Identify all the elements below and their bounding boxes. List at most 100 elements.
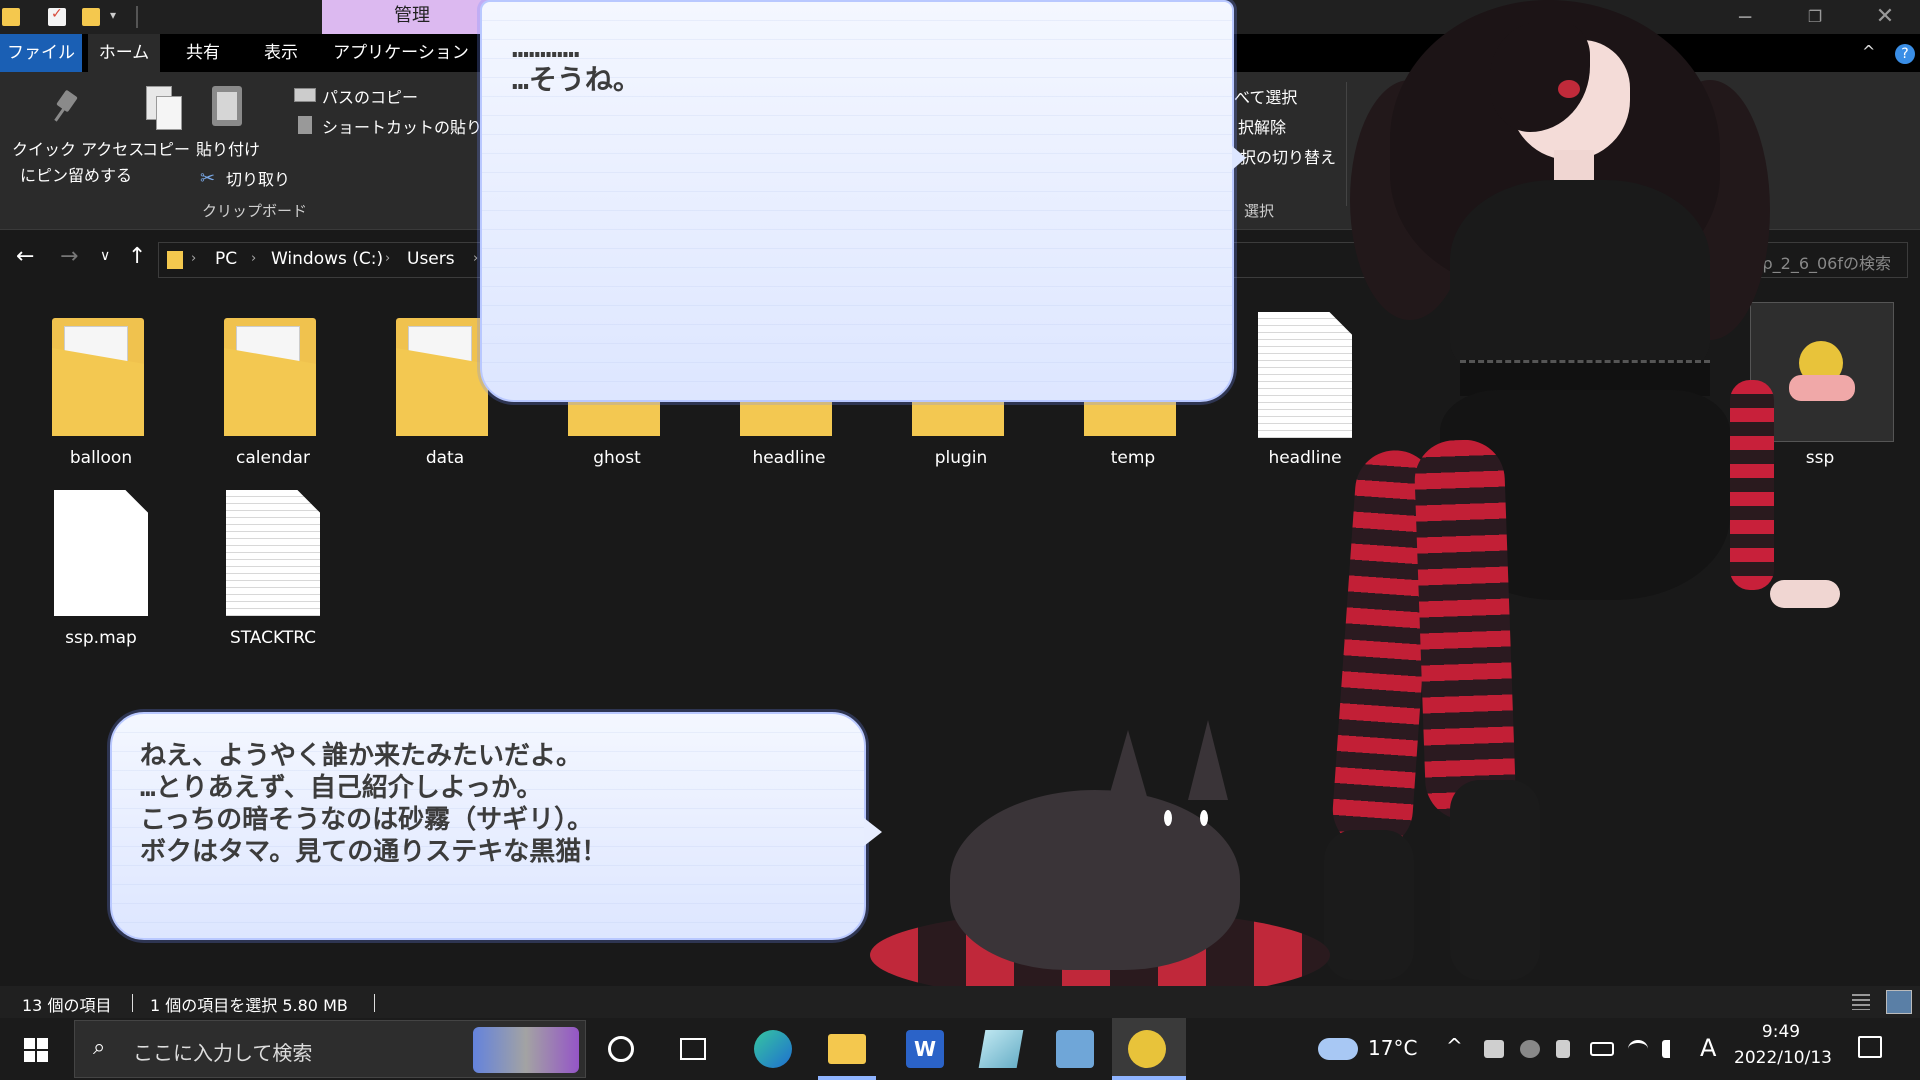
breadcrumb-separator[interactable]: › [385, 251, 390, 266]
notification-center-icon[interactable] [1858, 1036, 1882, 1058]
file-item-stacktrc[interactable]: STACKTRC [172, 468, 322, 648]
show-hidden-icons-chevron-icon[interactable]: ^ [1446, 1034, 1463, 1058]
pin-quick-access-label-line2[interactable]: にピン留めする [20, 162, 132, 186]
select-none-button[interactable]: 択解除 [1238, 114, 1286, 138]
folder-icon[interactable] [2, 8, 20, 26]
status-separator [132, 994, 133, 1012]
tab-file[interactable]: ファイル [0, 34, 82, 72]
speech-balloon-sagiri[interactable]: ………… …そうね。 [480, 0, 1234, 402]
copy-path-icon[interactable] [294, 88, 316, 102]
edge-icon[interactable] [754, 1030, 792, 1068]
select-all-button[interactable]: べて選択 [1234, 84, 1297, 108]
file-explorer-icon[interactable] [828, 1034, 866, 1064]
paste-icon[interactable] [212, 86, 242, 126]
folder-item-calendar[interactable]: calendar [172, 288, 322, 468]
copy-button[interactable]: コピー [142, 136, 190, 160]
large-icons-view-icon[interactable] [1886, 990, 1912, 1014]
file-item-ssp-map[interactable]: ssp.map [0, 468, 150, 648]
status-separator [374, 994, 375, 1012]
paste-button[interactable]: 貼り付け [196, 136, 260, 160]
battery-icon[interactable] [1590, 1042, 1614, 1056]
cat-body [950, 790, 1240, 970]
folder-icon [167, 251, 183, 269]
tray-app-icon[interactable] [1520, 1040, 1540, 1058]
tab-view[interactable]: 表示 [248, 34, 314, 72]
volume-icon[interactable] [1662, 1040, 1676, 1058]
paste-shortcut-icon[interactable] [298, 116, 312, 134]
ssp-bell-icon[interactable] [1128, 1030, 1166, 1068]
character-leg [1413, 438, 1517, 822]
pin-icon[interactable] [52, 90, 82, 122]
balloon-tail [864, 818, 882, 846]
wifi-icon[interactable] [1628, 1040, 1648, 1058]
folder-icon [224, 318, 316, 436]
tab-share[interactable]: 共有 [170, 34, 236, 72]
ghost-character-sagiri[interactable] [1290, 0, 1910, 990]
properties-check-icon[interactable] [48, 6, 66, 26]
folder-icon [52, 318, 144, 436]
folder-item-balloon[interactable]: balloon [0, 288, 150, 468]
ghost-character-cat[interactable] [870, 720, 1330, 1000]
taskbar-search-placeholder: ここに入力して検索 [133, 1041, 313, 1065]
copy-path-button[interactable]: パスのコピー [322, 84, 418, 108]
running-indicator [818, 1076, 876, 1080]
new-folder-icon[interactable] [82, 8, 100, 26]
taskbar: ⌕ ここに入力して検索 W 17°C ^ A 9:49 2022/10/13 [0, 1018, 1920, 1080]
search-icon: ⌕ [93, 1035, 106, 1060]
balloon-text: ………… …そうね。 [512, 31, 641, 96]
manage-context-tab[interactable]: 管理 [322, 0, 502, 34]
task-view-icon[interactable] [680, 1038, 706, 1060]
cortana-icon[interactable] [608, 1036, 634, 1062]
cat-ear [1108, 730, 1148, 800]
weather-temperature[interactable]: 17°C [1368, 1036, 1417, 1060]
screen-search-app-icon[interactable] [1056, 1030, 1094, 1068]
tab-home[interactable]: ホーム [88, 34, 160, 72]
folder-icon [396, 318, 488, 436]
clock-time[interactable]: 9:49 [1736, 1022, 1826, 1042]
breadcrumb-users[interactable]: Users [407, 249, 455, 269]
tray-app-icon[interactable] [1484, 1040, 1504, 1058]
character-boot [1450, 780, 1540, 980]
tab-application-tools[interactable]: アプリケーション ツー [326, 34, 476, 101]
scissors-icon[interactable]: ✂ [200, 168, 215, 189]
speech-balloon-cat[interactable]: ねえ、ようやく誰か来たみたいだよ。 …とりあえず、自己紹介しよっか。 こっちの暗… [110, 712, 866, 940]
pin-quick-access-label-line1[interactable]: クイック アクセス [12, 136, 144, 160]
breadcrumb-separator[interactable]: › [251, 251, 256, 266]
character-top [1450, 180, 1710, 380]
cat-ear [1188, 720, 1228, 800]
notebook-app-icon[interactable] [978, 1030, 1024, 1068]
back-arrow-icon[interactable]: ← [16, 244, 34, 269]
selection-info: 1 個の項目を選択 5.80 MB [150, 996, 348, 1015]
character-boot [1324, 830, 1414, 980]
taskbar-search-input[interactable]: ⌕ ここに入力して検索 [74, 1020, 586, 1078]
cloud-icon[interactable] [1318, 1038, 1358, 1060]
recent-locations-chevron-icon[interactable]: ∨ [100, 248, 110, 264]
document-icon [226, 490, 320, 616]
character-hand [1770, 580, 1840, 608]
ime-indicator[interactable]: A [1700, 1034, 1716, 1062]
cut-button[interactable]: 切り取り [226, 166, 290, 190]
character-eye [1558, 80, 1580, 98]
up-arrow-icon[interactable]: ↑ [128, 244, 146, 269]
quick-access-dropdown-icon[interactable]: ▾ [110, 8, 116, 22]
title-separator [136, 6, 138, 28]
windows-start-icon[interactable] [14, 1032, 60, 1068]
folder-item-data[interactable]: data [344, 288, 494, 468]
balloon-text: ねえ、ようやく誰か来たみたいだよ。 …とりあえず、自己紹介しよっか。 こっちの暗… [140, 741, 608, 867]
copy-icon[interactable] [146, 86, 182, 130]
breadcrumb-separator[interactable]: › [191, 251, 196, 266]
breadcrumb-separator[interactable]: › [473, 251, 478, 266]
clock-date[interactable]: 2022/10/13 [1724, 1048, 1842, 1068]
forward-arrow-icon[interactable]: → [60, 244, 78, 269]
status-bar: 13 個の項目 1 個の項目を選択 5.80 MB [0, 986, 1920, 1018]
clipboard-group-label: クリップボード [202, 202, 308, 220]
details-view-icon[interactable] [1852, 994, 1870, 1010]
tray-app-icon[interactable] [1556, 1040, 1570, 1058]
item-count: 13 個の項目 [22, 996, 112, 1015]
breadcrumb-pc[interactable]: PC [215, 249, 237, 269]
file-label: STACKTRC [229, 628, 317, 648]
word-icon[interactable]: W [906, 1030, 944, 1068]
breadcrumb-windows-c[interactable]: Windows (C:) [271, 249, 383, 269]
balloon-tail [1232, 146, 1246, 170]
cat-eye [1164, 810, 1172, 826]
